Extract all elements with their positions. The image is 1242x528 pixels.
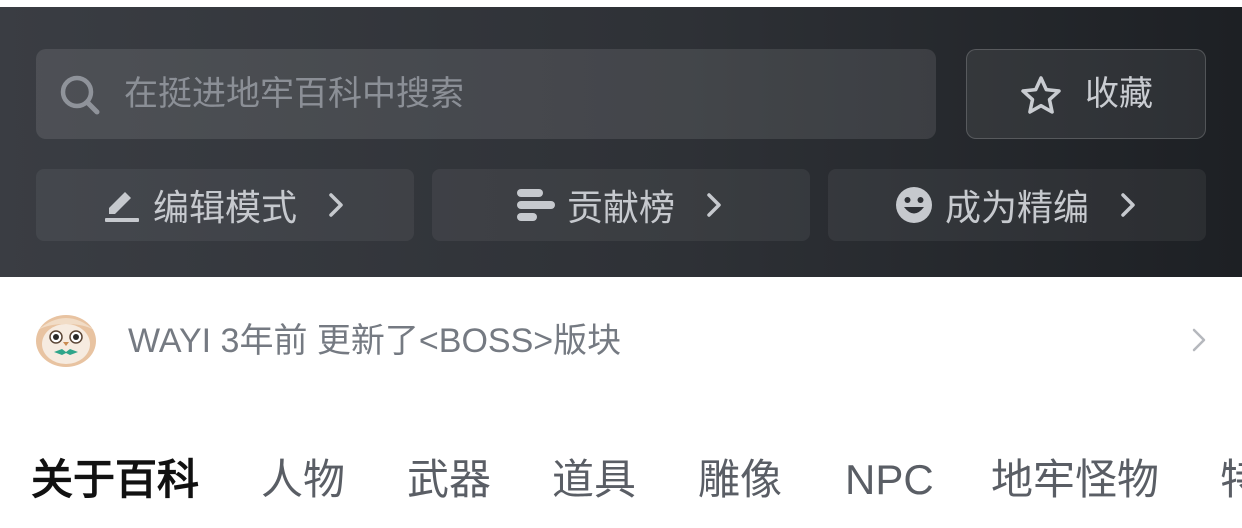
chevron-right-icon bbox=[1192, 328, 1206, 352]
edit-mode-label: 编辑模式 bbox=[152, 188, 297, 229]
favorite-button[interactable]: 收藏 bbox=[966, 49, 1206, 139]
favorite-label: 收藏 bbox=[1085, 74, 1153, 114]
latest-update-row[interactable]: WAYI 3年前 更新了<BOSS>版块 bbox=[0, 300, 1242, 380]
leaderboard-button[interactable]: 贡献榜 bbox=[432, 169, 810, 241]
tab-npc[interactable]: NPC bbox=[845, 440, 934, 520]
search-placeholder: 在挺进地牢百科中搜索 bbox=[124, 74, 464, 114]
chevron-right-icon bbox=[707, 193, 721, 217]
update-text: WAYI 3年前 更新了<BOSS>版块 bbox=[128, 322, 622, 360]
tab-characters[interactable]: 人物 bbox=[261, 440, 345, 520]
pencil-icon bbox=[104, 192, 139, 222]
star-icon bbox=[1021, 76, 1061, 114]
leaderboard-label: 贡献榜 bbox=[566, 188, 675, 229]
owl-avatar bbox=[36, 315, 96, 367]
search-icon bbox=[60, 75, 100, 115]
tab-more-cutoff[interactable]: 特 bbox=[1220, 440, 1242, 520]
chevron-right-icon bbox=[1121, 193, 1135, 217]
tab-statues[interactable]: 雕像 bbox=[698, 440, 782, 520]
become-editor-button[interactable]: 成为精编 bbox=[828, 169, 1206, 241]
tab-about-wiki[interactable]: 关于百科 bbox=[31, 440, 199, 520]
header-panel: 在挺进地牢百科中搜索 收藏 编辑模式 贡献榜 成为精编 bbox=[0, 7, 1242, 277]
ranking-bars-icon bbox=[516, 189, 555, 221]
tab-items[interactable]: 道具 bbox=[552, 440, 636, 520]
search-input[interactable]: 在挺进地牢百科中搜索 bbox=[36, 49, 936, 139]
tab-dungeon-monsters[interactable]: 地牢怪物 bbox=[991, 440, 1159, 520]
edit-mode-button[interactable]: 编辑模式 bbox=[36, 169, 414, 241]
chevron-right-icon bbox=[329, 193, 343, 217]
become-editor-label: 成为精编 bbox=[944, 188, 1089, 229]
smiley-icon bbox=[895, 187, 932, 223]
tab-weapons[interactable]: 武器 bbox=[407, 440, 491, 520]
category-tabs: 关于百科 人物 武器 道具 雕像 NPC 地牢怪物 特 bbox=[0, 440, 1242, 520]
